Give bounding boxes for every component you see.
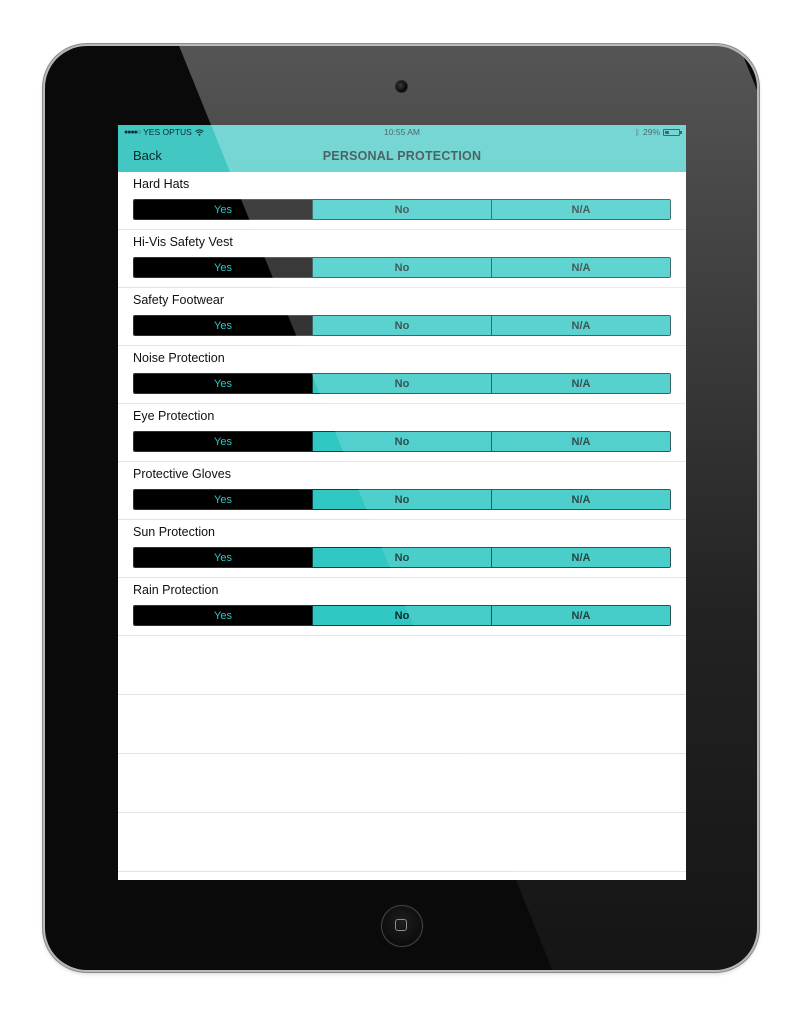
item-label: Rain Protection (133, 583, 219, 597)
item-label: Protective Gloves (133, 467, 231, 481)
option-yes-button[interactable]: Yes (134, 316, 312, 335)
option-yes-button[interactable]: Yes (134, 432, 312, 451)
status-bar: ●●●●○ YES OPTUS 10:55 AM ᛒ 29% (118, 125, 686, 139)
empty-row (118, 754, 686, 813)
option-na-button[interactable]: N/A (491, 490, 670, 509)
option-na-button[interactable]: N/A (491, 374, 670, 393)
item-label: Hi-Vis Safety Vest (133, 235, 233, 249)
yes-no-na-segmented-control: Yes No N/A (133, 257, 671, 278)
list-item: Safety Footwear Yes No N/A (118, 288, 686, 346)
tablet-device: ●●●●○ YES OPTUS 10:55 AM ᛒ 29% Back PERS… (45, 46, 757, 970)
option-yes-button[interactable]: Yes (134, 606, 312, 625)
yes-no-na-segmented-control: Yes No N/A (133, 489, 671, 510)
option-no-button[interactable]: No (312, 200, 491, 219)
list-item: Hi-Vis Safety Vest Yes No N/A (118, 230, 686, 288)
yes-no-na-segmented-control: Yes No N/A (133, 373, 671, 394)
option-no-button[interactable]: No (312, 490, 491, 509)
empty-row (118, 813, 686, 872)
option-no-button[interactable]: No (312, 606, 491, 625)
option-no-button[interactable]: No (312, 548, 491, 567)
list-item: Sun Protection Yes No N/A (118, 520, 686, 578)
option-no-button[interactable]: No (312, 374, 491, 393)
yes-no-na-segmented-control: Yes No N/A (133, 431, 671, 452)
yes-no-na-segmented-control: Yes No N/A (133, 315, 671, 336)
item-label: Noise Protection (133, 351, 225, 365)
protection-list: Hard Hats Yes No N/A Hi-Vis Safety Vest Yes No… (118, 172, 686, 872)
option-no-button[interactable]: No (312, 432, 491, 451)
option-na-button[interactable]: N/A (491, 548, 670, 567)
list-item: Eye Protection Yes No N/A (118, 404, 686, 462)
option-yes-button[interactable]: Yes (134, 258, 312, 277)
status-time: 10:55 AM (384, 127, 420, 137)
item-label: Sun Protection (133, 525, 215, 539)
item-label: Hard Hats (133, 177, 190, 191)
list-item: Protective Gloves Yes No N/A (118, 462, 686, 520)
battery-percent: 29% (642, 127, 660, 137)
item-label: Eye Protection (133, 409, 215, 423)
option-yes-button[interactable]: Yes (134, 548, 312, 567)
bluetooth-icon: ᛒ (635, 127, 640, 137)
option-yes-button[interactable]: Yes (134, 374, 312, 393)
option-yes-button[interactable]: Yes (134, 490, 312, 509)
empty-row (118, 636, 686, 695)
option-na-button[interactable]: N/A (491, 258, 670, 277)
empty-row (118, 695, 686, 754)
home-button[interactable] (381, 905, 423, 947)
yes-no-na-segmented-control: Yes No N/A (133, 199, 671, 220)
list-item: Rain Protection Yes No N/A (118, 578, 686, 636)
option-no-button[interactable]: No (312, 316, 491, 335)
list-item: Noise Protection Yes No N/A (118, 346, 686, 404)
option-yes-button[interactable]: Yes (134, 200, 312, 219)
option-na-button[interactable]: N/A (491, 606, 670, 625)
navigation-bar: Back PERSONAL PROTECTION (118, 139, 686, 172)
page-title: PERSONAL PROTECTION (322, 149, 482, 163)
option-na-button[interactable]: N/A (491, 316, 670, 335)
home-square-icon (395, 919, 407, 931)
option-na-button[interactable]: N/A (491, 432, 670, 451)
yes-no-na-segmented-control: Yes No N/A (133, 547, 671, 568)
app-screen: ●●●●○ YES OPTUS 10:55 AM ᛒ 29% Back PERS… (118, 125, 686, 880)
option-no-button[interactable]: No (312, 258, 491, 277)
camera-icon (395, 80, 408, 93)
option-na-button[interactable]: N/A (491, 200, 670, 219)
list-item: Hard Hats Yes No N/A (118, 172, 686, 230)
battery-icon (663, 128, 682, 136)
item-label: Safety Footwear (133, 293, 225, 307)
header: ●●●●○ YES OPTUS 10:55 AM ᛒ 29% Back PERS… (118, 125, 686, 172)
yes-no-na-segmented-control: Yes No N/A (133, 605, 671, 626)
